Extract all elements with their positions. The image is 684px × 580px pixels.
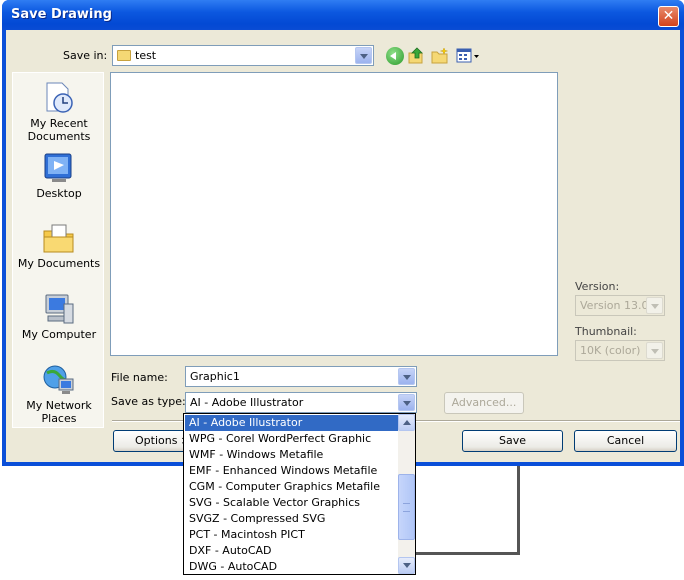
dropdown-option[interactable]: AI - Adobe Illustrator	[185, 415, 398, 431]
file-name-label: File name:	[111, 371, 168, 384]
recent-documents-icon	[42, 81, 76, 115]
dropdown-option[interactable]: DWG - AutoCAD	[185, 559, 398, 575]
title-bar[interactable]: Save Drawing ✕	[2, 0, 684, 30]
chevron-down-icon[interactable]	[355, 47, 372, 64]
dropdown-option[interactable]: DXF - AutoCAD	[185, 543, 398, 559]
version-combo: Version 13.0	[575, 295, 665, 316]
save-as-type-value: AI - Adobe Illustrator	[190, 396, 304, 409]
place-my-recent-documents[interactable]: My Recent Documents	[13, 81, 105, 143]
scrollbar-thumb[interactable]	[398, 474, 415, 540]
chevron-down-icon	[646, 297, 663, 314]
dropdown-option[interactable]: WPG - Corel WordPerfect Graphic	[185, 431, 398, 447]
place-label: My Recent	[30, 117, 88, 130]
scroll-down-icon[interactable]	[398, 557, 415, 574]
desktop-icon	[42, 151, 76, 185]
back-icon[interactable]	[386, 47, 404, 65]
new-folder-icon[interactable]	[431, 47, 449, 65]
dropdown-option[interactable]: SVG - Scalable Vector Graphics	[185, 495, 398, 511]
up-folder-icon[interactable]	[408, 47, 426, 65]
dropdown-option[interactable]: SVGZ - Compressed SVG	[185, 511, 398, 527]
place-my-network-places[interactable]: My Network Places	[13, 363, 105, 425]
thumbnail-label: Thumbnail:	[575, 325, 637, 338]
save-as-type-label: Save as type:	[111, 395, 186, 408]
advanced-button: Advanced...	[444, 392, 524, 414]
place-my-computer[interactable]: My Computer	[13, 292, 105, 341]
place-label: My Network	[26, 399, 92, 412]
chevron-down-icon	[646, 342, 663, 359]
dropdown-option[interactable]: PCT - Macintosh PICT	[185, 527, 398, 543]
place-label: Documents	[27, 130, 91, 143]
place-label: Places	[41, 412, 77, 425]
version-label: Version:	[575, 280, 620, 293]
file-list[interactable]	[110, 72, 558, 356]
save-as-type-dropdown-list[interactable]: AI - Adobe Illustrator WPG - Corel WordP…	[183, 413, 416, 575]
thumbnail-value: 10K (color)	[580, 344, 641, 357]
save-in-value: test	[135, 49, 157, 62]
dropdown-option[interactable]: WMF - Windows Metafile	[185, 447, 398, 463]
save-in-combo[interactable]: test	[112, 45, 374, 66]
version-value: Version 13.0	[580, 299, 649, 312]
place-label: My Computer	[21, 328, 97, 341]
save-in-label: Save in:	[63, 49, 108, 62]
options-button[interactable]: Options >	[113, 430, 193, 452]
chevron-down-icon[interactable]	[398, 368, 415, 385]
place-label: Desktop	[36, 187, 82, 200]
place-my-documents[interactable]: My Documents	[13, 221, 105, 270]
thumbnail-combo: 10K (color)	[575, 340, 665, 361]
place-desktop[interactable]: Desktop	[13, 151, 105, 200]
file-name-field[interactable]: Graphic1	[185, 366, 417, 387]
save-drawing-dialog: Save Drawing ✕ Save in: test My Recent D…	[2, 0, 684, 466]
file-name-value[interactable]: Graphic1	[190, 370, 240, 383]
places-bar: My Recent Documents Desktop My Documents…	[12, 72, 104, 428]
views-menu-icon[interactable]	[456, 47, 480, 65]
my-documents-icon	[42, 221, 76, 255]
save-as-type-combo[interactable]: AI - Adobe Illustrator	[185, 392, 417, 413]
scroll-up-icon[interactable]	[398, 414, 415, 431]
chevron-down-icon[interactable]	[398, 394, 415, 411]
my-computer-icon	[42, 292, 76, 326]
network-places-icon	[42, 363, 76, 397]
window-title: Save Drawing	[11, 7, 112, 22]
save-button[interactable]: Save	[462, 430, 563, 452]
folder-icon	[117, 50, 131, 61]
cancel-button[interactable]: Cancel	[574, 430, 677, 452]
dialog-body: Save in: test My Recent Documents Deskto…	[6, 30, 680, 462]
close-button[interactable]: ✕	[658, 6, 679, 27]
place-label: My Documents	[17, 257, 101, 270]
dropdown-scrollbar[interactable]	[398, 414, 415, 574]
dropdown-option[interactable]: EMF - Enhanced Windows Metafile	[185, 463, 398, 479]
dropdown-option[interactable]: CGM - Computer Graphics Metafile	[185, 479, 398, 495]
